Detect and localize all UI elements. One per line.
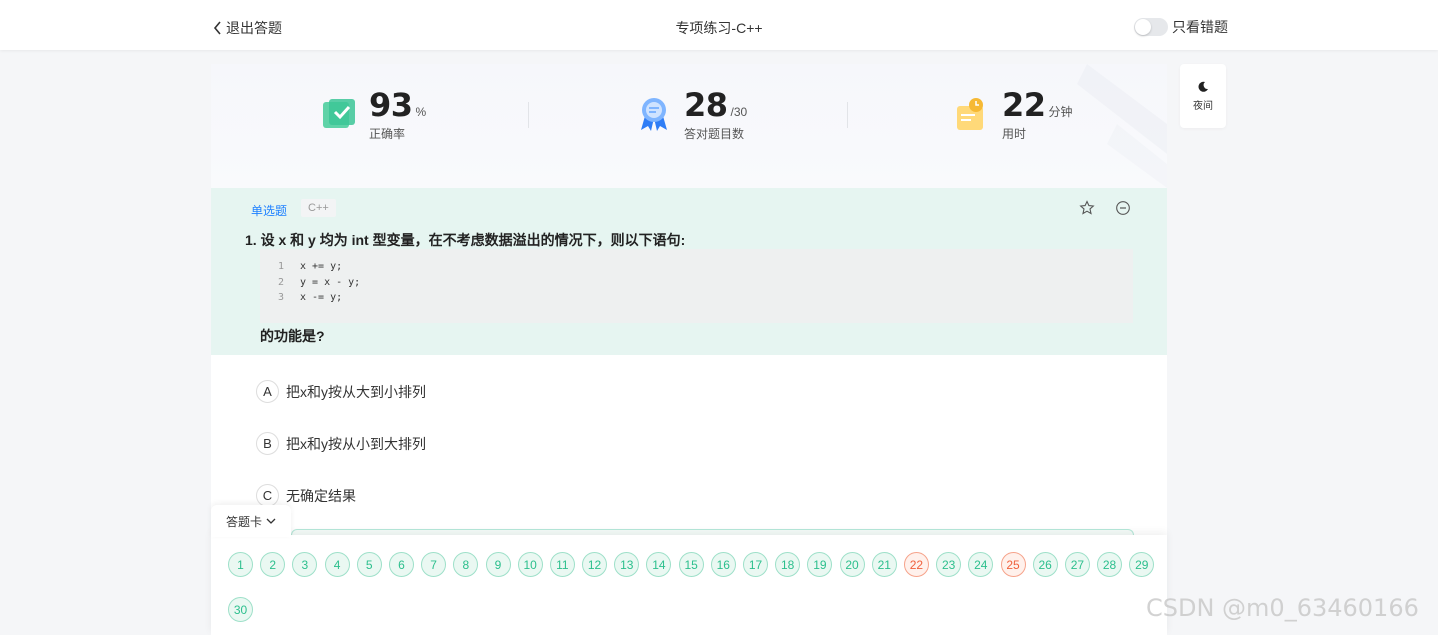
answer-number-grid: 1 2 3 4 5 6 7 8 9 10 11 12 13 14 15 16 17 18 19 20 21 22 23 24 2… [228, 552, 1168, 635]
accuracy-unit: % [415, 105, 427, 119]
answer-number-16[interactable]: 16 [710, 552, 736, 577]
stat-divider [847, 102, 848, 128]
answer-number-20[interactable]: 20 [839, 552, 865, 577]
wrong-only-toggle[interactable] [1134, 18, 1168, 36]
code-block: 1x += y; 2y = x - y; 3x -= y; [260, 249, 1133, 323]
answer-number-21[interactable]: 21 [871, 552, 897, 577]
answer-number-9[interactable]: 9 [485, 552, 511, 577]
option-b[interactable]: B 把x和y按从小到大排列 [256, 432, 426, 455]
chevron-down-icon [266, 518, 276, 524]
answer-number-12[interactable]: 12 [582, 552, 608, 577]
answer-number-10[interactable]: 10 [517, 552, 543, 577]
stat-correct: 28/30 答对题目数 [636, 88, 747, 142]
watermark: CSDN @m0_63460166 [1146, 594, 1419, 622]
answer-number-14[interactable]: 14 [646, 552, 672, 577]
answer-number-7[interactable]: 7 [421, 552, 447, 577]
answer-number-18[interactable]: 18 [775, 552, 801, 577]
check-card-icon [323, 99, 355, 128]
answer-number-11[interactable]: 11 [549, 552, 575, 577]
answer-number-5[interactable]: 5 [356, 552, 382, 577]
answer-number-6[interactable]: 6 [388, 552, 414, 577]
question-type-tag: 单选题 [251, 204, 288, 218]
answer-number-23[interactable]: 23 [936, 552, 962, 577]
question-tail: 的功能是? [260, 328, 325, 344]
stat-time: 22 分钟 用时 [954, 88, 1073, 142]
night-mode-button[interactable]: 夜间 [1180, 64, 1226, 128]
stats-bar: 93% 正确率 28/30 答对题目数 22 分钟 用时 [211, 64, 1167, 188]
stat-divider [528, 102, 529, 128]
option-letter: A [256, 380, 279, 403]
top-bar: 退出答题 专项练习-C++ 只看错题 [0, 0, 1438, 50]
option-c[interactable]: C 无确定结果 [256, 484, 356, 507]
answer-number-26[interactable]: 26 [1032, 552, 1058, 577]
language-tag: C++ [301, 199, 336, 217]
correct-value: 28 [684, 86, 728, 124]
option-letter: C [256, 484, 279, 507]
answer-number-15[interactable]: 15 [678, 552, 704, 577]
time-unit: 分钟 [1048, 105, 1073, 119]
answer-number-25[interactable]: 25 [1000, 552, 1026, 577]
answer-number-29[interactable]: 29 [1129, 552, 1155, 577]
answer-card-label: 答题卡 [225, 514, 262, 529]
award-ribbon-icon [641, 98, 667, 131]
correct-unit: /30 [730, 105, 748, 119]
answer-number-27[interactable]: 27 [1064, 552, 1090, 577]
code-line: 1x += y; [277, 261, 343, 272]
answer-number-17[interactable]: 17 [743, 552, 768, 577]
stat-accuracy: 93% 正确率 [321, 88, 426, 142]
star-icon[interactable] [1079, 200, 1095, 216]
answer-number-8[interactable]: 8 [453, 552, 479, 577]
answer-number-1[interactable]: 1 [228, 552, 253, 577]
time-label: 用时 [1002, 127, 1027, 141]
answer-number-19[interactable]: 19 [807, 552, 833, 577]
option-text: 把x和y按从小到大排列 [286, 435, 426, 452]
option-text: 把x和y按从大到小排列 [286, 383, 426, 400]
question-text: 1. 设 x 和 y 均为 int 型变量，在不考虑数据溢出的情况下，则以下语句… [245, 232, 686, 248]
answer-number-24[interactable]: 24 [968, 552, 994, 577]
option-a[interactable]: A 把x和y按从大到小排列 [256, 380, 426, 403]
answer-number-2[interactable]: 2 [260, 552, 286, 577]
accuracy-label: 正确率 [369, 127, 406, 141]
decoration-graphic [1077, 64, 1167, 188]
answer-number-28[interactable]: 28 [1097, 552, 1123, 577]
night-mode-label: 夜间 [1193, 100, 1213, 112]
wrong-only-toggle-wrap[interactable]: 只看错题 [1134, 17, 1228, 37]
option-letter: B [256, 432, 279, 455]
time-value: 22 [1002, 86, 1046, 124]
accuracy-value: 93 [369, 86, 413, 124]
answer-number-4[interactable]: 4 [324, 552, 350, 577]
question-block: 单选题 C++ 1. 设 x 和 y 均为 int 型变量，在不考虑数据溢出的情… [211, 188, 1167, 355]
answer-card: 1 2 3 4 5 6 7 8 9 10 11 12 13 14 15 16 17 18 19 20 21 22 23 24 2… [211, 535, 1167, 635]
correct-label: 答对题目数 [684, 127, 745, 141]
answer-number-3[interactable]: 3 [292, 552, 318, 577]
wrong-only-label: 只看错题 [1172, 19, 1228, 35]
code-line: 2y = x - y; [277, 276, 361, 288]
minus-circle-icon[interactable] [1115, 200, 1131, 216]
moon-icon [1198, 81, 1208, 92]
answer-number-13[interactable]: 13 [614, 552, 640, 577]
code-line: 3x -= y; [277, 292, 343, 303]
answer-number-22[interactable]: 22 [903, 552, 929, 577]
clock-calendar-icon [957, 98, 983, 130]
option-text: 无确定结果 [286, 487, 356, 504]
answer-card-tab[interactable]: 答题卡 [211, 505, 291, 537]
answer-number-30[interactable]: 30 [228, 597, 253, 622]
